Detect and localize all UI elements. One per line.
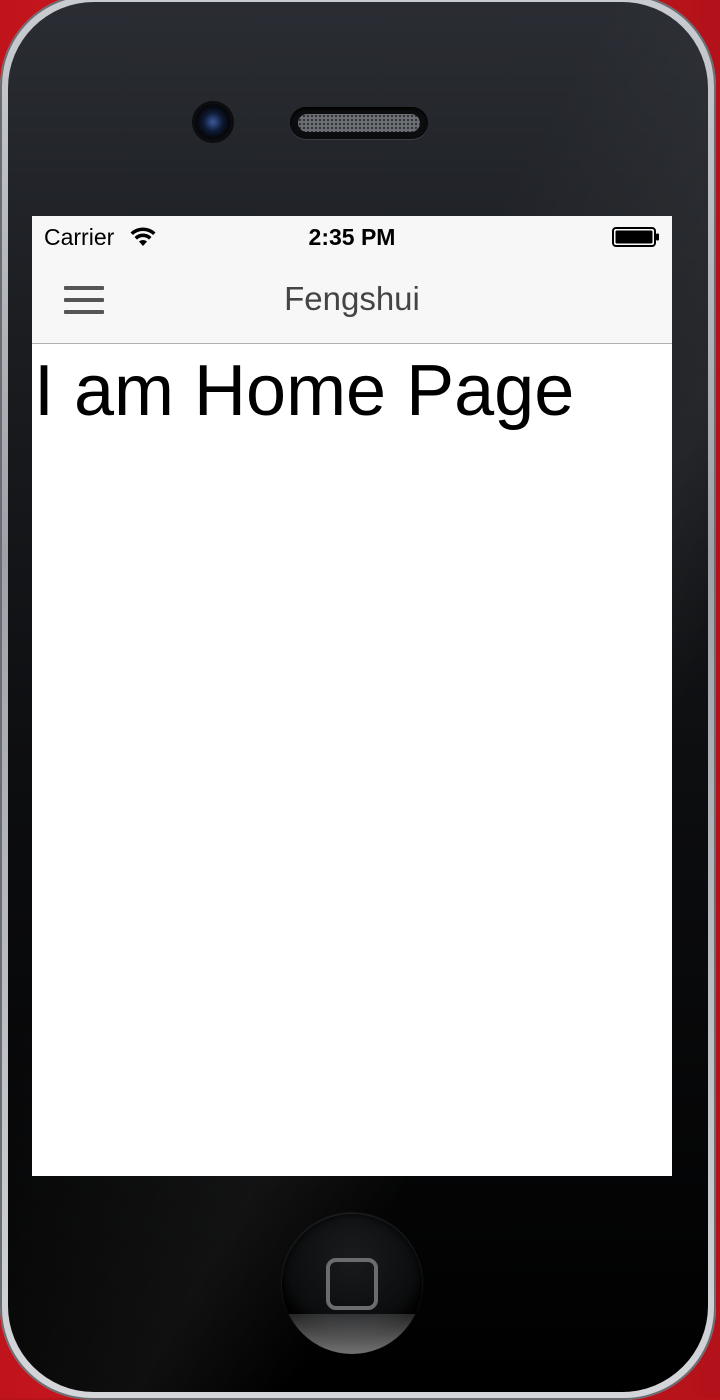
status-time: 2:35 PM (308, 224, 396, 250)
status-bar: Carrier 2:35 PM (32, 216, 672, 258)
home-button[interactable] (282, 1214, 422, 1354)
front-camera-icon (194, 103, 232, 141)
device-screen: Carrier 2:35 PM Fengshui I am Home Page (32, 216, 672, 1176)
battery-full-icon (612, 227, 659, 247)
speaker-mesh (298, 114, 420, 132)
navigation-bar: Fengshui (32, 258, 672, 344)
earpiece-speaker-icon (290, 107, 428, 139)
home-square-icon (326, 1258, 378, 1310)
home-content: I am Home Page (32, 344, 672, 1176)
home-page-heading: I am Home Page (34, 351, 575, 431)
nav-title: Fengshui (284, 280, 420, 317)
